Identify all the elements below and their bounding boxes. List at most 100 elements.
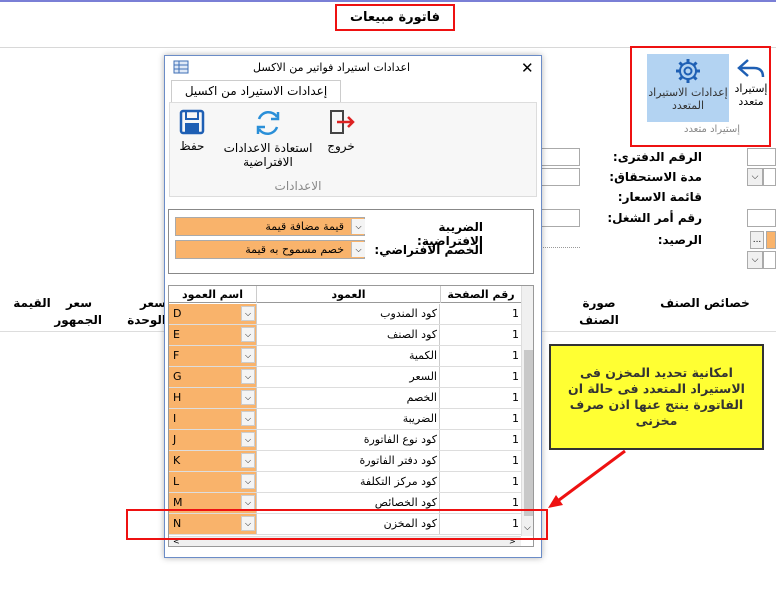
table-row[interactable]: K ⌵ كود دفتر الفاتورة 1 [169, 451, 521, 472]
multi-import-label: إستيراد متعدد [734, 82, 768, 108]
page-number[interactable]: 1 [441, 409, 521, 429]
top-border [0, 0, 776, 2]
table-row[interactable]: I ⌵ الضريبة 1 [169, 409, 521, 430]
table-row[interactable]: F ⌵ الكمية 1 [169, 346, 521, 367]
page-number[interactable]: 1 [441, 367, 521, 387]
multi-import-button[interactable]: إستيراد متعدد [731, 58, 771, 108]
exit-icon [330, 110, 355, 134]
chevron-down-icon[interactable]: ⌵ [241, 411, 255, 426]
balance-field [540, 230, 580, 248]
save-icon [179, 109, 205, 135]
page-number[interactable]: 1 [441, 451, 521, 471]
multi-settings-label: إعدادات الاستيراد المتعدد [648, 86, 728, 112]
column-letter-combo[interactable]: J ⌵ [169, 430, 257, 450]
chevron-down-icon[interactable]: ⌵ [351, 219, 365, 234]
page-number[interactable]: 1 [441, 430, 521, 450]
restore-defaults-button[interactable]: استعادة الاعدادات الافتراضية [214, 109, 322, 169]
work-order-label: رقم أمر الشغل: [607, 211, 702, 225]
annotation-callout: امكانية تحديد المخزن فى الاستيراد المتعد… [549, 344, 764, 450]
app-icon [173, 60, 189, 74]
column-letter-combo[interactable]: E ⌵ [169, 325, 257, 345]
chevron-down-icon[interactable]: ⌵ [241, 474, 255, 489]
column-letter: F [173, 349, 180, 362]
chevron-down-icon[interactable]: ⌵ [241, 390, 255, 405]
default-discount-combo[interactable]: خصم مسموح به قيمة ⌵ [175, 240, 365, 259]
save-button[interactable]: حفظ [172, 109, 212, 153]
header-column[interactable]: العمود [257, 286, 441, 303]
work-order-field[interactable] [540, 209, 580, 227]
header-column-name[interactable]: اسم العمود [169, 286, 257, 303]
column-field: كود نوع الفاتورة [258, 430, 440, 450]
dots-button[interactable]: ... [750, 231, 764, 249]
column-letter: K [173, 454, 181, 467]
tab-import-settings[interactable]: إعدادات الاستيراد من اكسيل [171, 80, 341, 102]
column-mapping-grid: اسم العمود العمود رقم الصفحة D ⌵ كود المند… [168, 285, 534, 547]
right-field-orange[interactable] [766, 231, 776, 249]
column-letter: E [173, 328, 180, 341]
header-page-number[interactable]: رقم الصفحة [441, 286, 521, 303]
vertical-scrollbar[interactable]: ⌵ [521, 286, 533, 536]
table-row[interactable]: H ⌵ الخصم 1 [169, 388, 521, 409]
chevron-down-icon[interactable]: ⌵ [747, 168, 763, 186]
column-letter-combo[interactable]: D ⌵ [169, 304, 257, 324]
column-letter-combo[interactable]: H ⌵ [169, 388, 257, 408]
dialog-title: اعدادات استيراد فواتير من الاكسل [253, 61, 411, 74]
column-field: الكمية [258, 346, 440, 366]
ledger-number-field[interactable] [540, 148, 580, 166]
col-unit-price[interactable]: سعر الوحدة [100, 292, 166, 332]
column-letter-combo[interactable]: L ⌵ [169, 472, 257, 492]
chevron-down-icon[interactable]: ⌵ [351, 242, 365, 257]
column-letter: G [173, 370, 182, 383]
right-field-3[interactable] [747, 209, 776, 227]
gear-icon [676, 59, 700, 83]
col-item-image[interactable]: صورة الصنف [570, 292, 628, 332]
column-letter-combo[interactable]: I ⌵ [169, 409, 257, 429]
table-row[interactable]: D ⌵ كود المندوب 1 [169, 304, 521, 325]
scroll-thumb[interactable] [524, 350, 533, 516]
column-letter: J [173, 433, 177, 446]
table-row[interactable]: J ⌵ كود نوع الفاتورة 1 [169, 430, 521, 451]
column-letter-combo[interactable]: K ⌵ [169, 451, 257, 471]
column-letter-combo[interactable]: G ⌵ [169, 367, 257, 387]
page-number[interactable]: 1 [441, 325, 521, 345]
page-number[interactable]: 1 [441, 346, 521, 366]
right-field-1[interactable] [747, 148, 776, 166]
multi-import-settings-button[interactable]: إعدادات الاستيراد المتعدد [647, 54, 729, 122]
column-field: كود المندوب [258, 304, 440, 324]
column-field: الضريبة [258, 409, 440, 429]
settings-group-label: الاعدادات [274, 179, 322, 193]
col-item-props[interactable]: خصائص الصنف [650, 292, 760, 332]
col-value[interactable]: القيمة [10, 292, 54, 332]
defaults-panel: الضريبة الافتراضية: قيمة مضافة قيمة ⌵ ال… [168, 209, 534, 274]
column-letter-combo[interactable]: F ⌵ [169, 346, 257, 366]
column-letter: L [173, 475, 180, 488]
chevron-down-icon[interactable]: ⌵ [241, 327, 255, 342]
right-field-4[interactable] [763, 251, 776, 269]
table-row[interactable]: E ⌵ كود الصنف 1 [169, 325, 521, 346]
page-number[interactable]: 1 [441, 472, 521, 492]
chevron-down-icon[interactable]: ⌵ [241, 306, 255, 321]
column-field: كود مركز التكلفة [258, 472, 440, 492]
page-number[interactable]: 1 [441, 388, 521, 408]
exit-button[interactable]: خروج [320, 109, 362, 153]
chevron-down-icon[interactable]: ⌵ [241, 495, 255, 510]
dialog-titlebar[interactable]: اعدادات استيراد فواتير من الاكسل ✕ [165, 56, 541, 80]
page-title: فاتورة مبيعات [335, 4, 455, 31]
chevron-down-icon[interactable]: ⌵ [747, 251, 763, 269]
chevron-down-icon[interactable]: ⌵ [241, 432, 255, 447]
page-number[interactable]: 1 [441, 304, 521, 324]
chevron-down-icon[interactable]: ⌵ [241, 453, 255, 468]
table-row[interactable]: G ⌵ السعر 1 [169, 367, 521, 388]
due-period-field[interactable] [540, 168, 580, 186]
default-tax-combo[interactable]: قيمة مضافة قيمة ⌵ [175, 217, 365, 236]
chevron-down-icon[interactable]: ⌵ [241, 369, 255, 384]
col-public-price[interactable]: سعر الجمهور [54, 292, 102, 332]
chevron-down-icon[interactable]: ⌵ [241, 348, 255, 363]
reply-arrow-icon [737, 59, 765, 78]
right-field-2[interactable] [763, 168, 776, 186]
close-icon[interactable]: ✕ [521, 59, 534, 77]
column-letter: I [173, 412, 177, 425]
table-row[interactable]: L ⌵ كود مركز التكلفة 1 [169, 472, 521, 493]
column-field: كود الصنف [258, 325, 440, 345]
column-letter: H [173, 391, 182, 404]
